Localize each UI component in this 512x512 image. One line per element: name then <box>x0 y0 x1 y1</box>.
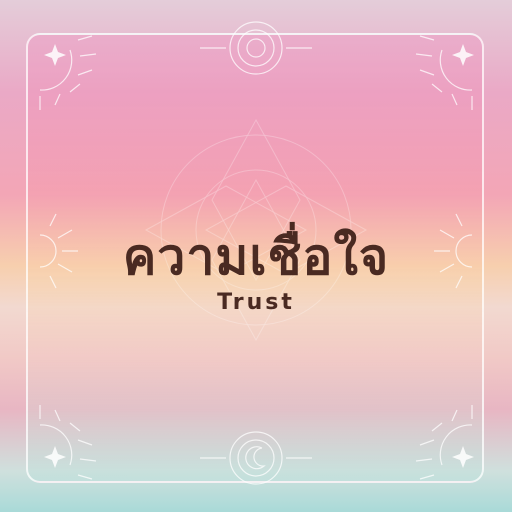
top-left-sun-icon <box>39 35 97 110</box>
bottom-right-sun-icon <box>415 405 473 480</box>
bottom-left-sun-icon <box>39 405 97 480</box>
bottom-moon-icon <box>200 431 312 485</box>
top-sun-icon <box>200 21 312 75</box>
subtitle-text: Trust <box>217 290 295 315</box>
title-text: ความเชื่อใจ <box>122 228 390 286</box>
